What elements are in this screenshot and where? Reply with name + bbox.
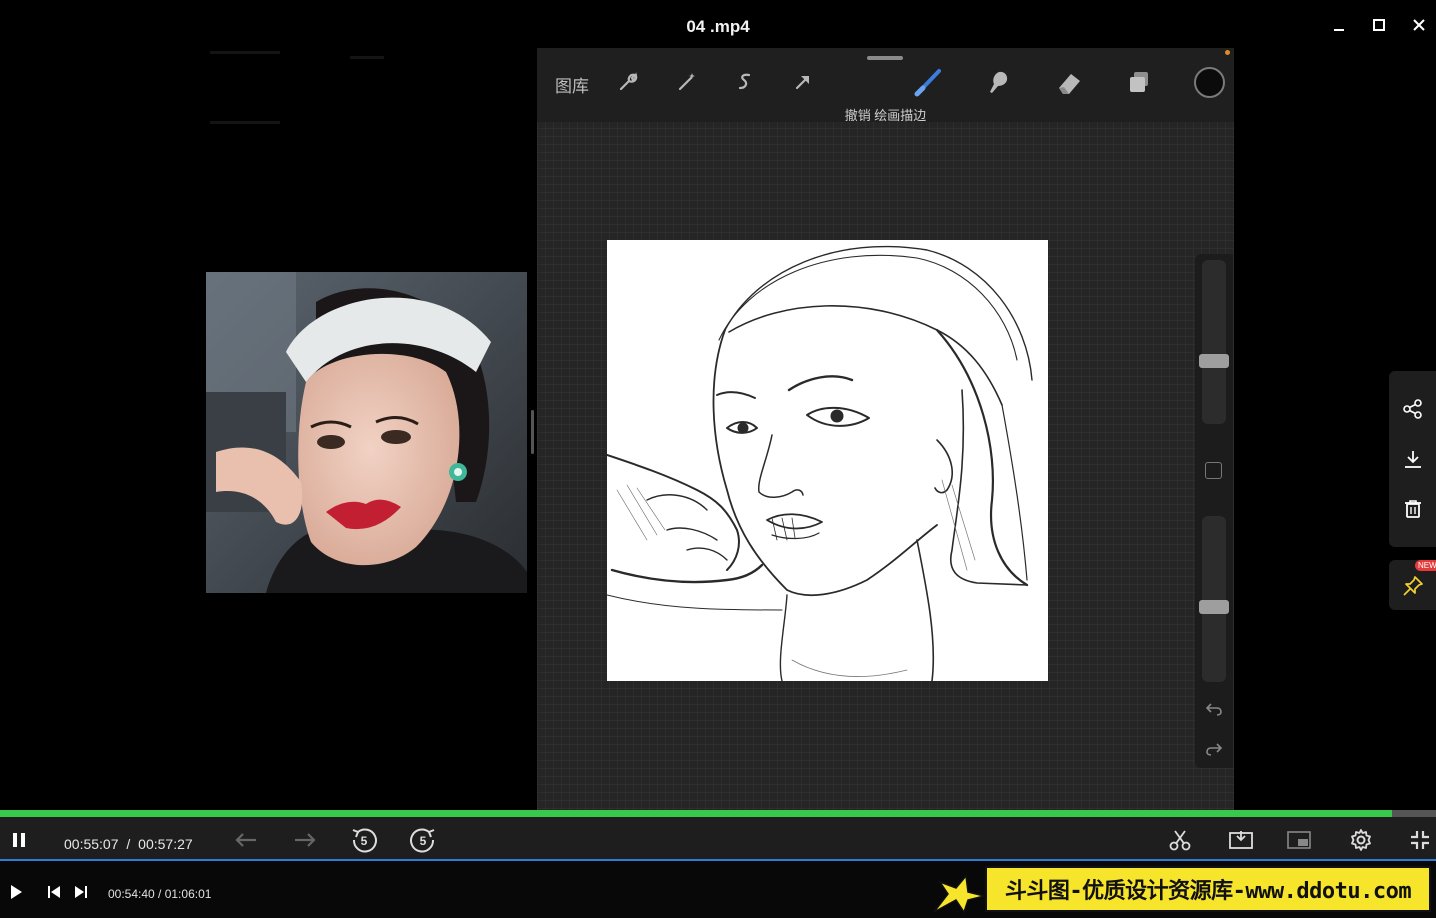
play-icon — [11, 885, 22, 899]
portrait-sketch — [607, 245, 1033, 681]
close-button[interactable] — [1406, 12, 1432, 38]
undo-button[interactable] — [1202, 698, 1226, 720]
layers-button[interactable] — [1123, 66, 1155, 98]
window-title: 04 .mp4 — [686, 17, 750, 36]
selection-s-icon — [738, 73, 751, 90]
redo-button[interactable] — [1202, 738, 1226, 760]
side-action-panel — [1389, 371, 1436, 547]
download-button[interactable] — [1401, 447, 1425, 471]
next-frame-button[interactable] — [291, 827, 319, 853]
trash-icon — [1405, 500, 1421, 518]
clip-button[interactable] — [1166, 827, 1194, 853]
player-controls: 00:55:07 / 00:57:27 5 5 — [0, 817, 1436, 861]
brush-opacity-thumb[interactable] — [1199, 600, 1229, 614]
brush-sidebar — [1195, 254, 1233, 768]
forward-5-button[interactable]: 5 — [409, 827, 437, 853]
settings-button[interactable] — [1347, 827, 1375, 853]
pause-button[interactable] — [5, 827, 33, 853]
brush-icon — [914, 69, 941, 97]
brush-button[interactable] — [913, 66, 945, 98]
undo-notification: 撤销 绘画描边 — [844, 108, 927, 123]
minimize-button[interactable] — [1326, 12, 1352, 38]
layers-icon — [1130, 72, 1148, 92]
brush-size-slider[interactable] — [1202, 260, 1226, 424]
screen-capture-icon — [1229, 831, 1253, 849]
split-view-handle[interactable] — [531, 410, 534, 454]
rewind-5-label: 5 — [361, 834, 368, 848]
forward-5-label: 5 — [420, 834, 427, 848]
maximize-button[interactable] — [1366, 12, 1392, 38]
exit-fullscreen-button[interactable] — [1406, 827, 1434, 853]
rewind-5-button[interactable]: 5 — [350, 827, 378, 853]
previous-button[interactable] — [40, 879, 68, 905]
pause-icon — [13, 833, 25, 847]
forward-5-icon: 5 — [410, 828, 435, 853]
color-picker-button[interactable] — [1194, 67, 1225, 98]
selection-button[interactable] — [729, 66, 761, 98]
scissors-icon — [1169, 830, 1191, 851]
adjustments-button[interactable] — [671, 66, 703, 98]
progress-fill — [0, 810, 1393, 817]
reference-photo — [206, 272, 527, 593]
status-indicator-dot — [1225, 50, 1230, 55]
current-time: 00:55:07 — [64, 836, 119, 852]
time-separator: / — [126, 836, 131, 852]
picture-in-picture-icon — [1287, 831, 1311, 849]
play-button[interactable] — [2, 879, 30, 905]
blurred-text — [210, 51, 280, 54]
share-button[interactable] — [1401, 397, 1425, 421]
pin-panel: NEW — [1389, 560, 1436, 610]
eraser-icon — [1059, 74, 1080, 94]
watermark-text: 斗斗图-优质设计资源库-www.ddotu.com — [1004, 879, 1412, 904]
actions-button[interactable] — [612, 66, 644, 98]
maximize-icon — [1373, 19, 1385, 31]
smudge-finger-icon — [990, 71, 1008, 93]
screenshot-button[interactable] — [1227, 827, 1255, 853]
minimize-icon — [1334, 29, 1344, 31]
blurred-text — [350, 56, 384, 59]
transform-button[interactable] — [787, 66, 819, 98]
pin-button[interactable] — [1401, 574, 1425, 598]
blurred-text — [210, 121, 280, 124]
gear-icon — [1351, 829, 1371, 851]
procreate-app: 图库 撤销 绘画描边 — [531, 48, 1234, 810]
next-button[interactable] — [67, 879, 95, 905]
gallery-button[interactable]: 图库 — [555, 72, 589, 97]
video-progress-bar[interactable] — [0, 810, 1436, 817]
drawing-canvas[interactable] — [607, 240, 1048, 681]
brush-opacity-slider[interactable] — [1202, 516, 1226, 682]
total-time: 00:57:27 — [138, 836, 193, 852]
picture-in-picture-button[interactable] — [1285, 827, 1313, 853]
arrow-left-icon — [235, 833, 256, 847]
download-icon — [1405, 451, 1421, 468]
arrow-cursor-icon — [795, 76, 809, 90]
portrait-image — [206, 272, 527, 593]
share-icon — [1403, 399, 1422, 419]
watermark-banner: 斗斗图-优质设计资源库-www.ddotu.com — [985, 866, 1431, 912]
skip-previous-icon — [48, 886, 60, 898]
eraser-button[interactable] — [1053, 66, 1085, 98]
secondary-time-display: 00:54:40 / 01:06:01 — [108, 887, 212, 901]
arrow-right-icon — [295, 833, 316, 847]
brush-size-thumb[interactable] — [1199, 354, 1229, 368]
exit-fullscreen-icon — [1411, 831, 1429, 849]
pin-icon — [1403, 576, 1423, 596]
smudge-button[interactable] — [982, 66, 1014, 98]
modify-button[interactable] — [1205, 462, 1222, 479]
undo-arrow-icon — [1205, 703, 1222, 716]
new-badge: NEW — [1415, 560, 1436, 571]
delete-button[interactable] — [1401, 497, 1425, 521]
star-logo-icon — [933, 874, 985, 914]
magic-wand-icon — [678, 73, 695, 91]
previous-frame-button[interactable] — [232, 827, 260, 853]
redo-arrow-icon — [1206, 743, 1223, 756]
title-bar: 04 .mp4 — [0, 0, 1436, 48]
close-icon — [1413, 19, 1425, 31]
time-display: 00:55:07 / 00:57:27 — [64, 836, 193, 852]
skip-next-icon — [75, 886, 87, 898]
rewind-5-icon: 5 — [352, 828, 377, 853]
toolbar-grabber[interactable] — [867, 56, 903, 60]
wrench-icon — [619, 72, 638, 91]
